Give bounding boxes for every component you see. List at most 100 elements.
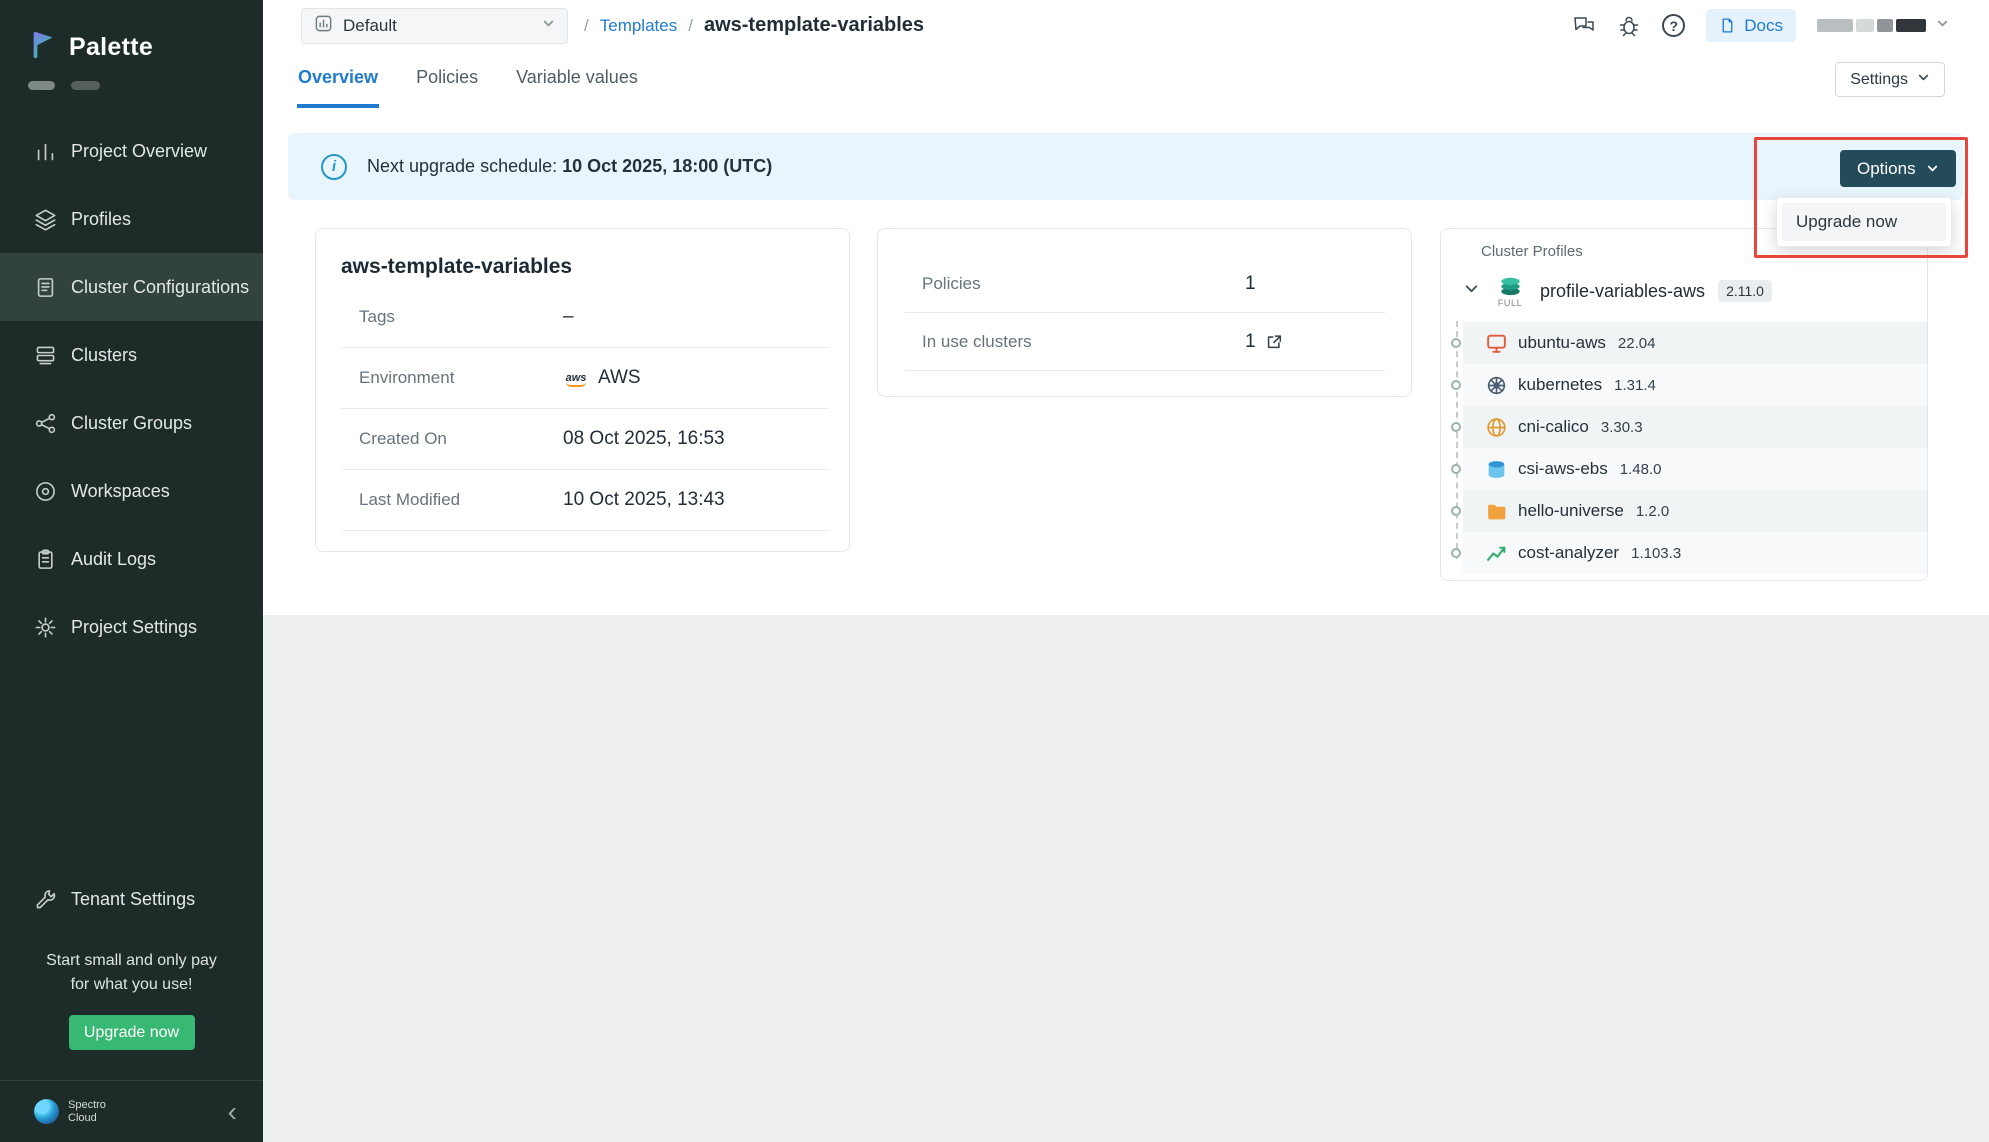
bar-chart-icon — [34, 140, 57, 163]
layer-name: kubernetes — [1518, 375, 1602, 395]
sidebar-bottom: Tenant Settings Start small and only pay… — [0, 865, 263, 1142]
sidebar-item-label: Tenant Settings — [71, 889, 195, 910]
redacted-bar — [71, 81, 100, 90]
k8s-wheel-icon — [1485, 374, 1508, 397]
topbar-actions: ? Docs — [1572, 9, 1949, 42]
profile-stack-icon: FULL — [1491, 275, 1529, 308]
options-label: Options — [1857, 159, 1916, 179]
sidebar: Palette Project Overview Profiles — [0, 0, 263, 1142]
layer-version: 1.48.0 — [1620, 461, 1662, 478]
layer-name: cni-calico — [1518, 417, 1589, 437]
sidebar-item-clusters[interactable]: Clusters — [0, 321, 263, 389]
cluster-profiles-card: Cluster Profiles FULL profile-variables-… — [1440, 228, 1928, 581]
settings-label: Settings — [1850, 71, 1908, 89]
sidebar-item-cluster-configurations[interactable]: Cluster Configurations — [0, 253, 263, 321]
layer-name: cost-analyzer — [1518, 543, 1619, 563]
options-button[interactable]: Options — [1840, 150, 1956, 187]
detail-row-created-on: Created On 08 Oct 2025, 16:53 — [341, 409, 830, 470]
overview-content: i Next upgrade schedule: 10 Oct 2025, 18… — [263, 108, 1989, 615]
palette-logo: Palette — [0, 0, 263, 65]
profile-version-badge: 2.11.0 — [1718, 280, 1772, 302]
sidebar-item-tenant-settings[interactable]: Tenant Settings — [0, 865, 263, 933]
docs-label: Docs — [1744, 16, 1783, 36]
share-nodes-icon — [34, 412, 57, 435]
main-area: Default / Templates / aws-template-varia… — [263, 0, 1989, 1142]
chat-button[interactable] — [1572, 14, 1596, 38]
clipboard-icon — [34, 548, 57, 571]
os-monitor-icon — [1485, 332, 1508, 355]
sidebar-item-project-overview[interactable]: Project Overview — [0, 117, 263, 185]
settings-button[interactable]: Settings — [1835, 62, 1945, 97]
palette-app: Palette Project Overview Profiles — [0, 0, 1989, 1142]
layer-name: csi-aws-ebs — [1518, 459, 1608, 479]
row-value: 1 — [1245, 331, 1385, 353]
profile-layers-list: ubuntu-aws 22.04 kubernetes 1.31.4 — [1463, 322, 1927, 574]
layer-name: hello-universe — [1518, 501, 1624, 521]
chevron-down-icon — [542, 17, 555, 35]
target-icon — [34, 480, 57, 503]
server-stack-icon — [34, 344, 57, 367]
layers-icon — [34, 208, 57, 231]
layer-row-csi-aws-ebs[interactable]: csi-aws-ebs 1.48.0 — [1463, 448, 1927, 490]
banner-message-date: 10 Oct 2025, 18:00 (UTC) — [562, 156, 772, 176]
project-scope-icon — [314, 14, 333, 38]
usage-card: Policies 1 In use clusters 1 — [877, 228, 1412, 397]
detail-row-tags: Tags – — [341, 287, 830, 348]
spectro-cloud-wordmark: Spectro Cloud — [68, 1099, 106, 1125]
row-value: 1 — [1245, 273, 1385, 295]
user-menu[interactable] — [1817, 17, 1949, 35]
storage-cylinder-icon — [1485, 458, 1508, 481]
promo-line-1: Start small and only pay — [0, 949, 263, 973]
sidebar-item-label: Cluster Configurations — [71, 277, 249, 298]
layer-row-hello-universe[interactable]: hello-universe 1.2.0 — [1463, 490, 1927, 532]
dropdown-item-upgrade-now[interactable]: Upgrade now — [1782, 203, 1946, 241]
row-label: Created On — [359, 429, 563, 449]
breadcrumb-separator: / — [688, 16, 693, 36]
tab-policies[interactable]: Policies — [415, 51, 479, 108]
network-globe-icon — [1485, 416, 1508, 439]
document-config-icon — [34, 276, 57, 299]
sidebar-item-workspaces[interactable]: Workspaces — [0, 457, 263, 525]
palette-logo-icon — [28, 30, 58, 65]
sidebar-item-label: Clusters — [71, 345, 137, 366]
sidebar-item-label: Project Settings — [71, 617, 197, 638]
tab-variable-values[interactable]: Variable values — [515, 51, 639, 108]
sidebar-item-label: Profiles — [71, 209, 131, 230]
banner-message-prefix: Next upgrade schedule: — [367, 156, 562, 176]
layer-version: 1.31.4 — [1614, 377, 1656, 394]
bug-report-button[interactable] — [1617, 14, 1641, 38]
options-dropdown: Upgrade now — [1776, 197, 1952, 247]
layer-row-cni-calico[interactable]: cni-calico 3.30.3 — [1463, 406, 1927, 448]
row-value: 08 Oct 2025, 16:53 — [563, 428, 830, 450]
breadcrumb: / Templates / aws-template-variables — [584, 14, 924, 37]
upgrade-schedule-banner: i Next upgrade schedule: 10 Oct 2025, 18… — [288, 133, 1963, 200]
project-selector[interactable]: Default — [301, 8, 568, 44]
aws-logo-icon: aws — [563, 369, 589, 387]
help-button[interactable]: ? — [1662, 14, 1685, 37]
docs-button[interactable]: Docs — [1706, 9, 1796, 42]
redacted-bar — [28, 81, 55, 90]
external-link-icon[interactable] — [1265, 333, 1283, 351]
upgrade-promo-text: Start small and only pay for what you us… — [0, 949, 263, 997]
stat-row-in-use-clusters: In use clusters 1 — [905, 313, 1385, 371]
profile-row[interactable]: FULL profile-variables-aws 2.11.0 — [1463, 267, 1927, 315]
brand-line-1: Spectro — [68, 1099, 106, 1112]
tab-overview[interactable]: Overview — [297, 51, 379, 108]
sidebar-upgrade-now-button[interactable]: Upgrade now — [69, 1015, 195, 1050]
sidebar-item-project-settings[interactable]: Project Settings — [0, 593, 263, 661]
row-label: Last Modified — [359, 490, 563, 510]
sidebar-item-audit-logs[interactable]: Audit Logs — [0, 525, 263, 593]
chevron-down-icon[interactable] — [1463, 280, 1480, 302]
sidebar-item-profiles[interactable]: Profiles — [0, 185, 263, 253]
detail-row-environment: Environment aws AWS — [341, 348, 830, 409]
layer-row-ubuntu-aws[interactable]: ubuntu-aws 22.04 — [1463, 322, 1927, 364]
gear-icon — [34, 616, 57, 639]
breadcrumb-link-templates[interactable]: Templates — [600, 16, 677, 36]
layer-row-kubernetes[interactable]: kubernetes 1.31.4 — [1463, 364, 1927, 406]
in-use-clusters-count: 1 — [1245, 331, 1256, 353]
sidebar-item-label: Workspaces — [71, 481, 170, 502]
layer-row-cost-analyzer[interactable]: cost-analyzer 1.103.3 — [1463, 532, 1927, 574]
layer-version: 3.30.3 — [1601, 419, 1643, 436]
sidebar-item-cluster-groups[interactable]: Cluster Groups — [0, 389, 263, 457]
sidebar-collapse-button[interactable]: ‹ — [228, 1102, 237, 1122]
